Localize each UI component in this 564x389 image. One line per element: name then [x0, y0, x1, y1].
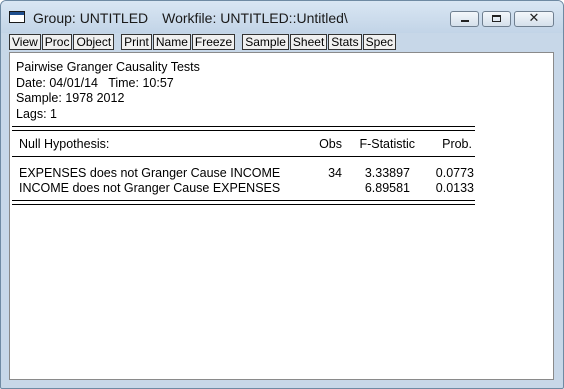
row-prob: 0.0133	[435, 181, 474, 195]
row-prob: 0.0773	[435, 166, 474, 180]
spec-button[interactable]: Spec	[362, 34, 396, 50]
window-controls: ✕	[450, 11, 554, 27]
header-rule	[12, 156, 475, 157]
window-title: Group: UNTITLED Workfile: UNTITLED::Untit…	[33, 10, 348, 26]
title-bar[interactable]: Group: UNTITLED Workfile: UNTITLED::Untit…	[1, 1, 563, 33]
window-icon[interactable]	[9, 11, 25, 23]
col-header-null-hypothesis: Null Hypothesis:	[19, 137, 110, 151]
sample-line: Sample: 1978 2012	[16, 91, 125, 105]
maximize-button[interactable]	[482, 11, 511, 27]
row-hypothesis: EXPENSES does not Granger Cause INCOME	[19, 166, 281, 180]
table-top-rule	[12, 126, 475, 131]
row-obs: 34	[328, 166, 342, 180]
object-button[interactable]: Object	[73, 34, 115, 50]
output-header: Pairwise Granger Causality Tests Date: 0…	[16, 60, 200, 122]
close-icon: ✕	[528, 11, 540, 26]
test-title: Pairwise Granger Causality Tests	[16, 60, 200, 74]
view-button[interactable]: View	[9, 34, 41, 50]
print-button[interactable]: Print	[121, 34, 152, 50]
minimize-button[interactable]	[450, 11, 479, 27]
output-view[interactable]: Pairwise Granger Causality Tests Date: 0…	[9, 52, 554, 380]
group-window: Group: UNTITLED Workfile: UNTITLED::Untit…	[0, 0, 564, 389]
sample-button[interactable]: Sample	[242, 34, 289, 50]
lags-line: Lags: 1	[16, 106, 58, 121]
freeze-button[interactable]: Freeze	[191, 34, 236, 50]
stats-button[interactable]: Stats	[328, 34, 362, 50]
proc-button[interactable]: Proc	[41, 34, 73, 50]
col-header-prob: Prob.	[442, 137, 472, 151]
close-button[interactable]: ✕	[514, 11, 554, 27]
group-title: Group: UNTITLED	[33, 10, 149, 26]
minimize-icon	[461, 20, 469, 22]
name-button[interactable]: Name	[152, 34, 191, 50]
row-hypothesis: INCOME does not Granger Cause EXPENSES	[19, 181, 281, 195]
row-f-statistic: 3.33897	[364, 166, 410, 180]
toolbar: View Proc Object Print Name Freeze Sampl…	[9, 33, 397, 51]
maximize-icon	[492, 15, 501, 22]
date-time-line: Date: 04/01/14 Time: 10:57	[16, 75, 174, 90]
workfile-title: Workfile: UNTITLED::Untitled\	[162, 10, 348, 26]
table-bottom-rule	[12, 200, 475, 205]
sheet-button[interactable]: Sheet	[289, 34, 328, 50]
row-f-statistic: 6.89581	[364, 181, 410, 195]
col-header-obs: Obs	[319, 137, 342, 151]
col-header-f-statistic: F-Statistic	[359, 137, 415, 151]
